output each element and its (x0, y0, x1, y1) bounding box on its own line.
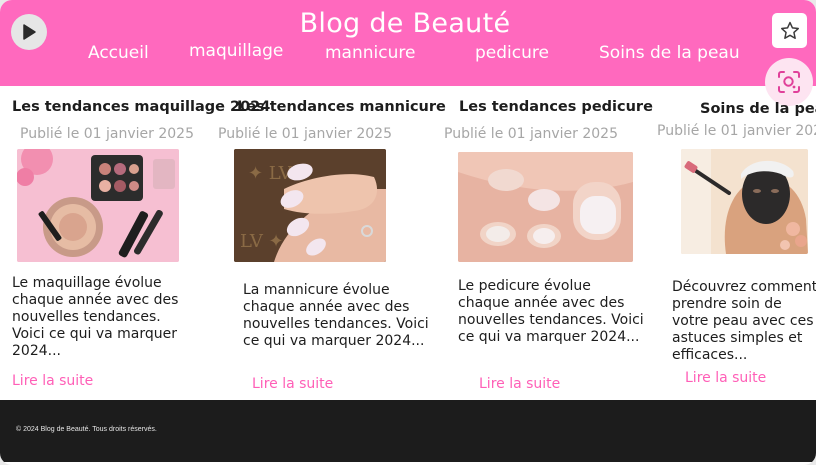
nav-item-accueil[interactable]: Accueil (88, 43, 149, 63)
site-footer: © 2024 Blog de Beauté. Tous droits réser… (0, 400, 816, 462)
nav-item-soins-de-la-peau[interactable]: Soins de la peau (599, 43, 740, 63)
play-button[interactable] (11, 14, 47, 50)
article-title: Les tendances pedicure (459, 99, 653, 115)
svg-text:✦ LV: ✦ LV (248, 163, 293, 184)
nav-item-maquillage[interactable]: maquillage (189, 41, 283, 61)
article-excerpt: Le maquillage évolue chaque année avec d… (12, 275, 179, 359)
play-icon (23, 24, 36, 40)
read-more-link[interactable]: Lire la suite (252, 376, 333, 392)
manicure-image: ✦ LV LV ✦ (234, 149, 386, 262)
lens-search-button[interactable] (765, 58, 813, 106)
article-date: Publié le 01 janvier 2025 (444, 126, 618, 142)
read-more-link[interactable]: Lire la suite (685, 370, 766, 386)
article-date: Publié le 01 janvier 2025 (657, 123, 816, 139)
site-header: Blog de Beauté Accueil maquillage mannic… (0, 0, 816, 86)
article-image-makeup[interactable] (17, 149, 179, 262)
nav-item-pedicure[interactable]: pedicure (475, 43, 549, 63)
article-title: Les tendances maquillage 2024 (12, 99, 271, 115)
makeup-image (17, 149, 179, 262)
read-more-link[interactable]: Lire la suite (479, 376, 560, 392)
pedicure-image (458, 152, 633, 262)
footer-copyright: © 2024 Blog de Beauté. Tous droits réser… (16, 426, 157, 433)
svg-text:LV ✦: LV ✦ (240, 231, 284, 252)
article-image-pedicure[interactable] (458, 152, 633, 262)
nav-item-mannicure[interactable]: mannicure (325, 43, 415, 63)
skincare-image (681, 149, 808, 254)
article-excerpt: Découvrez comment prendre soin de votre … (672, 279, 816, 363)
article-date: Publié le 01 janvier 2025 (20, 126, 194, 142)
article-image-skincare[interactable] (681, 149, 808, 254)
article-date: Publié le 01 janvier 2025 (218, 126, 392, 142)
page: Blog de Beauté Accueil maquillage mannic… (0, 0, 816, 465)
article-title: Soins de la peau (700, 101, 816, 117)
article-image-manicure[interactable]: ✦ LV LV ✦ (234, 149, 386, 262)
star-icon (780, 21, 799, 39)
article-title: Les tendances mannicure (237, 99, 446, 115)
site-title: Blog de Beauté (299, 8, 511, 39)
read-more-link[interactable]: Lire la suite (12, 373, 93, 389)
article-excerpt: La mannicure évolue chaque année avec de… (243, 282, 429, 349)
bookmark-star-button[interactable] (772, 13, 807, 48)
lens-search-icon (778, 71, 800, 93)
article-excerpt: Le pedicure évolue chaque année avec des… (458, 278, 644, 345)
